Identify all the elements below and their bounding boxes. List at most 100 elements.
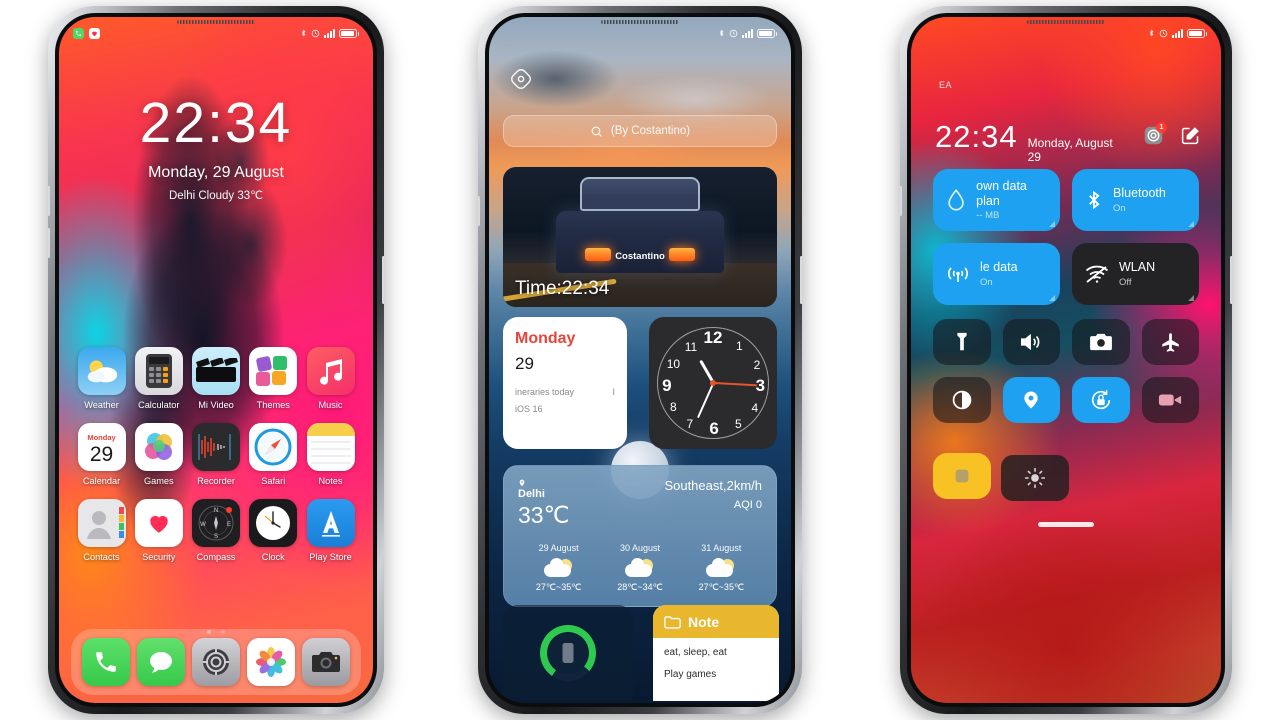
phone3-volume-button[interactable]: [900, 186, 902, 216]
earpiece-grille: [1027, 20, 1105, 24]
app-label: Security: [142, 552, 176, 562]
phone1-volume-button[interactable]: [48, 186, 50, 216]
note-header: Note: [653, 605, 779, 638]
weather-wind: Southeast,2km/h: [664, 478, 762, 493]
app-row-2: Monday 29 Calendar Games Recorder Safari…: [73, 423, 359, 486]
dock: [71, 629, 361, 695]
phone2-volume-button[interactable]: [478, 196, 480, 226]
tile-expand-corner[interactable]: [1049, 221, 1055, 227]
forecast-range: 28℃~34℃: [617, 582, 663, 592]
app-recorder[interactable]: Recorder: [188, 423, 245, 486]
lockscreen-time: 22:34: [139, 91, 293, 155]
app-contacts[interactable]: Contacts: [73, 499, 130, 562]
app-calculator[interactable]: Calculator: [130, 347, 187, 410]
toggle-rotation-lock[interactable]: [1072, 377, 1130, 423]
dock-camera-icon[interactable]: [301, 638, 350, 686]
calendar-icon-day: 29: [89, 443, 114, 466]
connectivity-tiles: own data plan -- MB Bluetooth On le data…: [933, 169, 1199, 305]
dock-photos-icon[interactable]: [246, 638, 295, 686]
dock-settings-icon[interactable]: [191, 638, 240, 686]
toggle-volume[interactable]: [1002, 319, 1060, 365]
weather-city: Delhi: [518, 488, 545, 500]
weather-widget[interactable]: Delhi 33℃ Southeast,2km/h AQI 0 29 Augus…: [503, 465, 777, 607]
tile-mobile-data[interactable]: le data On: [933, 243, 1060, 305]
clock-dial: 12 1 2 3 4 5 6 7 8 9 10 11: [657, 327, 769, 439]
forecast-range: 27℃~35℃: [698, 582, 745, 592]
control-center-date: Monday, August 29: [1027, 136, 1113, 164]
tile-expand-corner[interactable]: [1049, 295, 1055, 301]
lockscreen-weather: Delhi Cloudy 33℃: [168, 190, 264, 202]
toggle-dark-mode[interactable]: [933, 377, 991, 423]
contrast-icon: [952, 390, 972, 410]
phone2-power-button[interactable]: [800, 256, 802, 304]
tile-bluetooth[interactable]: Bluetooth On: [1072, 169, 1199, 231]
dock-phone-icon[interactable]: [82, 638, 131, 686]
media-widget[interactable]: Costantino Time:22:34: [503, 167, 777, 307]
tile-text: WLAN Off: [1119, 260, 1155, 287]
calendar-itineraries: ineraries today: [515, 387, 575, 397]
app-safari[interactable]: Safari: [245, 423, 302, 486]
svg-text:E: E: [227, 522, 231, 528]
app-security[interactable]: Security: [130, 499, 187, 562]
note-widget[interactable]: Note eat, sleep, eat Play games: [653, 605, 779, 701]
phone-2-widget-screen: (By Costantino) Costantino Time:22:34 Mo…: [478, 6, 802, 714]
signal-bars: [324, 28, 335, 38]
tile-expand-corner[interactable]: [1188, 295, 1194, 301]
clock-icon: [249, 499, 298, 547]
app-clock[interactable]: Clock: [245, 499, 302, 562]
play-store-icon: [306, 499, 355, 547]
battery-widget[interactable]: [503, 605, 633, 701]
flashlight-icon: [957, 332, 967, 351]
phone1-power-button[interactable]: [382, 256, 384, 304]
forecast-date: 31 August: [701, 543, 742, 553]
folder-icon: [664, 615, 681, 629]
app-compass[interactable]: N S W E Compass: [188, 499, 245, 562]
tile-data-plan[interactable]: own data plan -- MB: [933, 169, 1060, 231]
clock-num-1: 1: [736, 338, 743, 353]
app-mi-video[interactable]: Mi Video: [188, 347, 245, 410]
forecast-day: 30 August 28℃~34℃: [617, 543, 663, 593]
analog-clock-widget[interactable]: 12 1 2 3 4 5 6 7 8 9 10 11: [649, 317, 777, 449]
dock-messages-icon[interactable]: [137, 638, 186, 686]
screenshot-icon: [955, 469, 969, 483]
app-themes[interactable]: Themes: [245, 347, 302, 410]
bluetooth-icon: [300, 28, 307, 38]
games-icon: [134, 423, 183, 471]
search-bar[interactable]: (By Costantino): [503, 115, 777, 147]
bluetooth-icon: [1148, 28, 1155, 38]
app-weather[interactable]: Weather: [73, 347, 130, 410]
toggle-location[interactable]: [1002, 377, 1060, 423]
toggle-airplane-mode[interactable]: [1141, 319, 1199, 365]
media-time-label: Time:22:34: [515, 278, 610, 299]
app-play-store[interactable]: Play Store: [302, 499, 359, 562]
app-label: Games: [143, 476, 174, 486]
partly-cloudy-icon: [706, 558, 736, 577]
calendar-widget[interactable]: Monday 29 ineraries today I iOS 16: [503, 317, 627, 449]
app-notes[interactable]: Notes: [302, 423, 359, 486]
home-indicator[interactable]: [1038, 522, 1094, 527]
toggle-camera[interactable]: [1072, 319, 1130, 365]
tile-expand-corner[interactable]: [1188, 221, 1194, 227]
calendar-date: 29: [515, 354, 534, 373]
svg-text:W: W: [200, 522, 206, 528]
toggle-flashlight[interactable]: [933, 319, 991, 365]
tile-wlan[interactable]: WLAN Off: [1072, 243, 1199, 305]
toggle-screenshot[interactable]: [933, 453, 991, 499]
clock-num-9: 9: [662, 376, 672, 396]
app-label: Safari: [261, 476, 286, 486]
calculator-icon: [134, 347, 183, 395]
app-games[interactable]: Games: [130, 423, 187, 486]
assistant-diamond-icon[interactable]: [507, 65, 535, 93]
notifications-badge-icon[interactable]: 1: [1143, 122, 1167, 147]
app-label: Weather: [84, 400, 119, 410]
alarm-icon: [311, 29, 320, 38]
toggle-screen-recorder[interactable]: [1141, 377, 1199, 423]
app-calendar[interactable]: Monday 29 Calendar: [73, 423, 130, 486]
phone1-volume-down-button[interactable]: [48, 228, 50, 258]
edit-icon[interactable]: [1180, 125, 1201, 147]
phone3-power-button[interactable]: [1230, 256, 1232, 304]
speaker-icon: [1021, 333, 1040, 351]
brightness-slider[interactable]: [1001, 455, 1069, 501]
car-badge-text: Costantino: [615, 251, 665, 262]
app-music[interactable]: Music: [302, 347, 359, 410]
